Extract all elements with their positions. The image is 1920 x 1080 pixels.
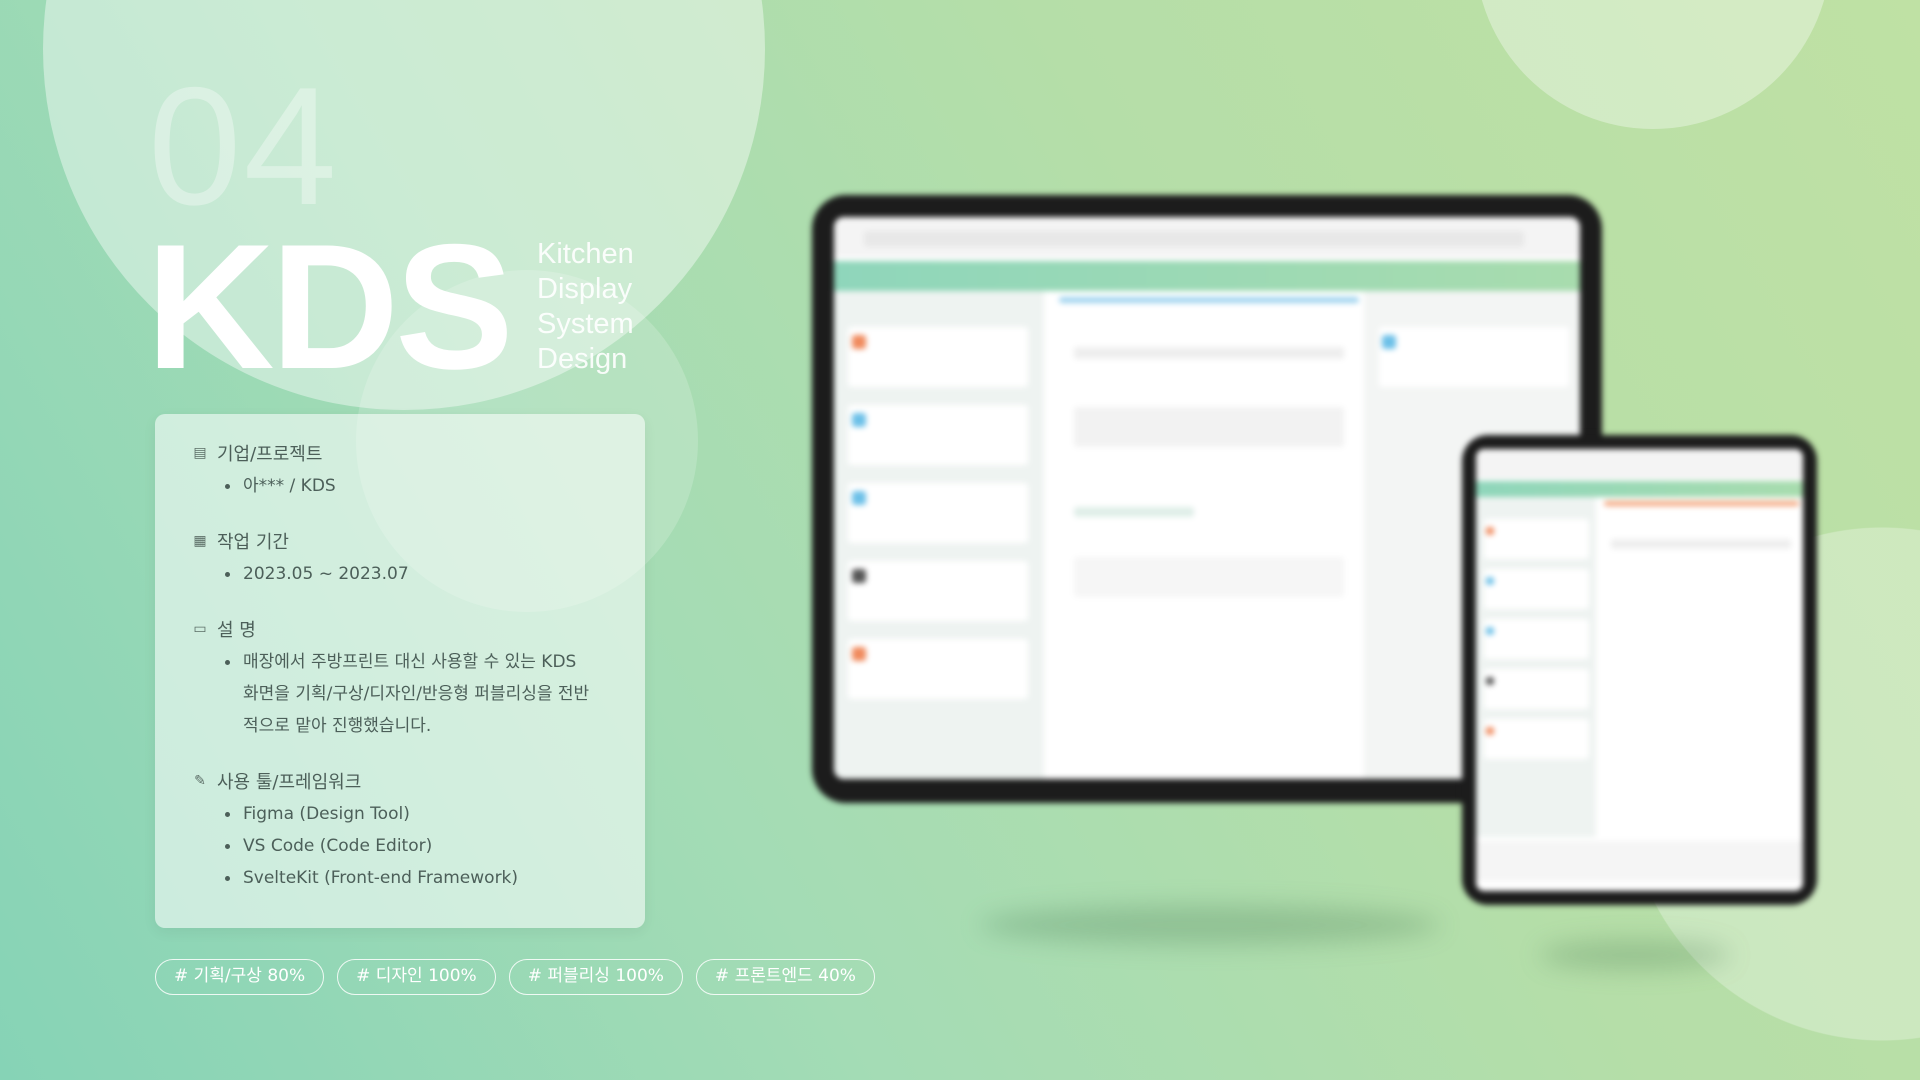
list-item: VS Code (Code Editor) [225, 830, 595, 862]
tag-design: # 디자인 100% [337, 959, 496, 995]
list-item: 2023.05 ~ 2023.07 [225, 558, 595, 590]
subtitle-line: System [537, 308, 634, 340]
section-description: ▭ 설 명 매장에서 주방프린트 대신 사용할 수 있는 KDS 화면을 기획/구… [191, 616, 645, 742]
building-icon: ▤ [193, 445, 207, 461]
note-icon: ▭ [193, 621, 207, 637]
list-item: 매장에서 주방프린트 대신 사용할 수 있는 KDS 화면을 기획/구상/디자인… [225, 646, 595, 742]
skill-tags: # 기획/구상 80% # 디자인 100% # 퍼블리싱 100% # 프론트… [155, 959, 875, 995]
section-heading: 설 명 [217, 620, 256, 641]
list-item: 아*** / KDS [225, 470, 595, 502]
subtitle-line: Kitchen [537, 238, 634, 270]
project-number: 04 [148, 52, 339, 240]
section-heading: 작업 기간 [217, 532, 289, 553]
device-shadow [1540, 940, 1730, 970]
subtitle-line: Design [537, 343, 628, 375]
section-period: ▦ 작업 기간 2023.05 ~ 2023.07 [191, 528, 645, 590]
section-company: ▤ 기업/프로젝트 아*** / KDS [191, 440, 645, 502]
device-shadow [980, 905, 1440, 945]
tag-publishing: # 퍼블리싱 100% [508, 959, 683, 995]
tablet-mockup-small [1462, 435, 1817, 905]
list-item: Figma (Design Tool) [225, 798, 595, 830]
section-tools: ✎ 사용 툴/프레임워크 Figma (Design Tool) VS Code … [191, 768, 645, 894]
project-subtitle: Kitchen Display System Design [537, 237, 634, 377]
tag-frontend: # 프론트엔드 40% [695, 959, 875, 995]
subtitle-line: Display [537, 273, 633, 305]
decor-circle [1475, 0, 1831, 129]
pencil-icon: ✎ [194, 773, 206, 789]
section-heading: 기업/프로젝트 [217, 444, 323, 465]
project-info-card: ▤ 기업/프로젝트 아*** / KDS ▦ 작업 기간 2023.05 ~ 202… [155, 414, 645, 928]
list-item: SvelteKit (Front-end Framework) [225, 862, 595, 894]
tag-planning: # 기획/구상 80% [155, 959, 325, 995]
calendar-icon: ▦ [193, 533, 207, 549]
project-title: KDS [146, 207, 514, 406]
section-heading: 사용 툴/프레임워크 [217, 772, 362, 793]
